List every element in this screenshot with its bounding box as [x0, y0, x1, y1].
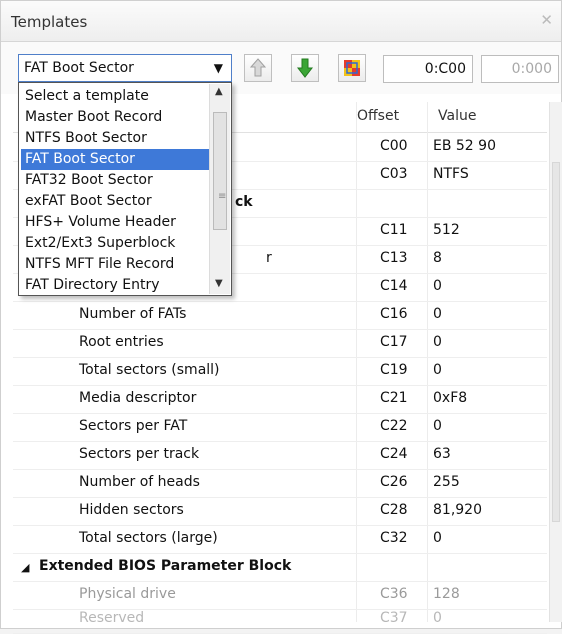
- scroll-down-icon[interactable]: ▼: [215, 278, 223, 289]
- row-name: Hidden sectors: [79, 502, 184, 518]
- column-offset[interactable]: Offset: [357, 108, 399, 124]
- row-offset: C03: [380, 166, 408, 182]
- arrow-down-icon: [296, 58, 314, 78]
- row-name: Sectors per FAT: [79, 418, 188, 434]
- row-offset: C32: [380, 530, 408, 546]
- offset-field-secondary[interactable]: 0:000: [481, 55, 559, 83]
- dropdown-arrow-icon[interactable]: ▼: [214, 55, 223, 81]
- row-offset: C16: [380, 306, 408, 322]
- dropdown-item[interactable]: NTFS MFT File Record: [21, 254, 211, 275]
- arrow-up-icon: [249, 58, 267, 77]
- table-row[interactable]: Media descriptor C21 0xF8: [13, 385, 547, 414]
- row-offset: C37: [380, 610, 408, 626]
- row-value: 255: [433, 474, 460, 490]
- table-row[interactable]: Sectors per FAT C22 0: [13, 413, 547, 442]
- row-offset: C14: [380, 278, 408, 294]
- group-label: Extended BIOS Parameter Block: [39, 558, 292, 574]
- row-offset: C19: [380, 362, 408, 378]
- row-offset: C24: [380, 446, 408, 462]
- row-offset: C21: [380, 390, 408, 406]
- panel-titlebar: Templates ✕: [1, 1, 561, 42]
- table-row[interactable]: Hidden sectors C28 81,920: [13, 497, 547, 526]
- table-row[interactable]: Total sectors (small) C19 0: [13, 357, 547, 386]
- row-name: Number of heads: [79, 474, 200, 490]
- row-name: Total sectors (small): [79, 362, 220, 378]
- row-value: 512: [433, 222, 460, 238]
- row-offset: C00: [380, 138, 408, 154]
- table-row[interactable]: Sectors per track C24 63: [13, 441, 547, 470]
- template-select-value: FAT Boot Sector: [24, 60, 134, 76]
- table-row[interactable]: Total sectors (large) C32 0: [13, 525, 547, 554]
- row-value: 81,920: [433, 502, 482, 518]
- panel-title: Templates: [11, 13, 88, 31]
- row-offset: C22: [380, 418, 408, 434]
- row-value: NTFS: [433, 166, 469, 182]
- dropdown-item[interactable]: HFS+ Volume Header: [21, 212, 211, 233]
- dropdown-scrollbar-thumb[interactable]: ≡: [213, 112, 227, 230]
- dropdown-item-selected[interactable]: FAT Boot Sector: [21, 149, 211, 170]
- table-row[interactable]: Number of FATs C16 0: [13, 301, 547, 330]
- dropdown-item[interactable]: Ext2/Ext3 Superblock: [21, 233, 211, 254]
- scroll-up-icon[interactable]: ▲: [215, 86, 223, 97]
- row-value: 0: [433, 306, 442, 322]
- dropdown-scrollbar[interactable]: ▲ ≡ ▼: [209, 84, 230, 294]
- row-name: Physical drive: [79, 586, 176, 602]
- row-value: EB 52 90: [433, 138, 496, 154]
- row-name: Reserved: [79, 610, 145, 626]
- table-row[interactable]: Root entries C17 0: [13, 329, 547, 358]
- row-value: 0: [433, 418, 442, 434]
- dropdown-item[interactable]: FAT Directory Entry: [21, 275, 211, 295]
- group-label-partial: ck: [235, 194, 253, 210]
- row-value: 0: [433, 530, 442, 546]
- row-offset: C28: [380, 502, 408, 518]
- column-value[interactable]: Value: [438, 108, 476, 124]
- row-value: 0: [433, 362, 442, 378]
- row-name: Sectors per track: [79, 446, 200, 462]
- dropdown-item[interactable]: Master Boot Record: [21, 107, 211, 128]
- row-offset: C36: [380, 586, 408, 602]
- move-up-button[interactable]: [244, 54, 272, 82]
- row-value: 128: [433, 586, 460, 602]
- table-row[interactable]: Number of heads C26 255: [13, 469, 547, 498]
- dropdown-item[interactable]: Select a template: [21, 86, 211, 107]
- row-offset: C17: [380, 334, 408, 350]
- row-offset: C13: [380, 250, 408, 266]
- grip-icon: ≡: [218, 191, 227, 202]
- row-value: 0: [433, 610, 442, 626]
- dropdown-item[interactable]: FAT32 Boot Sector: [21, 170, 211, 191]
- row-value: 63: [433, 446, 451, 462]
- row-value: 0: [433, 278, 442, 294]
- move-down-button[interactable]: [291, 54, 319, 82]
- row-value: 0: [433, 334, 442, 350]
- offset-field[interactable]: 0:C00: [383, 55, 473, 83]
- row-value: 0xF8: [433, 390, 468, 406]
- dropdown-item[interactable]: exFAT Boot Sector: [21, 191, 211, 212]
- group-row-extended-bpb[interactable]: ◢ Extended BIOS Parameter Block: [13, 553, 547, 582]
- row-name: Number of FATs: [79, 306, 187, 322]
- apply-template-button[interactable]: [338, 54, 366, 82]
- dropdown-item[interactable]: NTFS Boot Sector: [21, 128, 211, 149]
- table-row[interactable]: Reserved C37 0: [13, 605, 547, 634]
- row-name: Root entries: [79, 334, 164, 350]
- close-icon[interactable]: ✕: [540, 11, 553, 29]
- template-select[interactable]: FAT Boot Sector ▼: [18, 54, 232, 82]
- row-value: 8: [433, 250, 442, 266]
- table-scrollbar-thumb[interactable]: [552, 162, 560, 522]
- row-offset: C26: [380, 474, 408, 490]
- row-name: Media descriptor: [79, 390, 197, 406]
- table-scrollbar[interactable]: [549, 102, 562, 622]
- templates-panel: Templates ✕ FAT Boot Sector ▼ 0:C00 0:00…: [0, 0, 562, 634]
- collapse-triangle-icon[interactable]: ◢: [21, 561, 29, 574]
- windows-icon: [344, 60, 360, 76]
- row-offset: C11: [380, 222, 408, 238]
- template-dropdown-list: Select a template Master Boot Record NTF…: [18, 82, 232, 296]
- row-name: Total sectors (large): [79, 530, 218, 546]
- row-name-partial: r: [266, 250, 272, 266]
